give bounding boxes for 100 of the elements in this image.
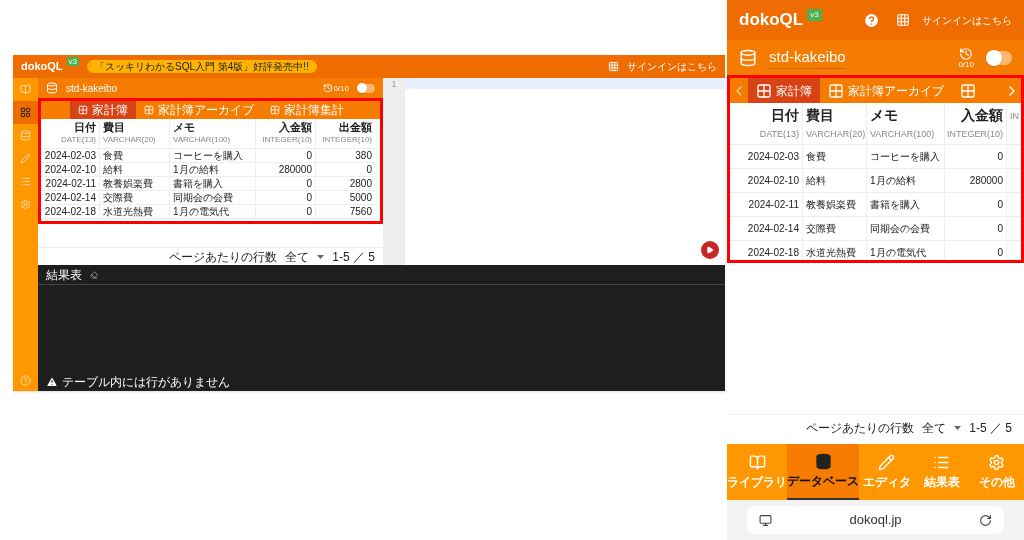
table-icon xyxy=(828,82,844,99)
eraser-icon[interactable] xyxy=(90,270,98,279)
history-icon[interactable] xyxy=(323,83,334,93)
page-icon xyxy=(759,513,772,527)
table-cell: 280000 xyxy=(256,163,315,177)
table-cell: コーヒーを購入 xyxy=(170,149,255,163)
table-cell: 1月の電気代 xyxy=(170,205,255,219)
table-cell: 380 xyxy=(316,149,375,163)
table-cell: 交際費 xyxy=(100,191,169,205)
table-tab[interactable]: 家計簿アーカイブ xyxy=(820,78,952,103)
table-cell: 教養娯楽費 xyxy=(100,177,169,191)
table-cell: 2024-02-14 xyxy=(41,191,99,205)
column-header: 日付 DATE(13) xyxy=(730,103,802,145)
table-cell: 1月の電気代 xyxy=(867,241,944,260)
table-cell: 食費 xyxy=(803,145,866,169)
toggle-switch[interactable] xyxy=(357,83,375,93)
table-cell: 2024-02-18 xyxy=(730,241,802,260)
settings-icon xyxy=(20,199,31,210)
table-tab[interactable]: 家計簿 xyxy=(69,101,136,119)
signin-link[interactable]: サインインはこちら xyxy=(922,12,1012,28)
nav-tab[interactable]: エディタ xyxy=(859,444,914,500)
page-range: 1-5 ／ 5 xyxy=(332,248,375,266)
version-badge: v3 xyxy=(66,57,79,66)
toggle-switch[interactable] xyxy=(986,50,1012,65)
database-icon xyxy=(20,130,31,141)
empty-message: テーブル内には行がありません xyxy=(62,374,230,391)
column-header: メモ VARCHAR(100) xyxy=(867,103,944,145)
nav-tab[interactable]: 結果表 xyxy=(914,444,969,500)
table-icon xyxy=(756,82,772,99)
rows-per-page-label: ページあたりの行数 xyxy=(806,419,915,437)
app-logo: dokoQL xyxy=(739,9,804,32)
column-header: メモ VARCHAR(100) xyxy=(170,119,255,149)
table-cell: 給料 xyxy=(100,163,169,177)
table-cell: 0 xyxy=(945,241,1006,260)
results-title: 結果表 xyxy=(46,266,82,284)
table-cell: 2024-02-10 xyxy=(41,163,99,177)
database-name: std-kakeibo xyxy=(769,45,846,70)
table-cell: 0 xyxy=(256,149,315,163)
table-icon xyxy=(269,105,280,115)
sidebar-item[interactable] xyxy=(13,101,38,124)
table-cell: 5000 xyxy=(316,191,375,205)
book-icon xyxy=(748,454,766,471)
settings-icon xyxy=(988,454,1005,471)
database-icon xyxy=(814,453,832,470)
help-icon[interactable] xyxy=(863,11,880,29)
database-name: std-kakeibo xyxy=(66,81,118,96)
database-icon xyxy=(46,82,58,94)
column-header: 費目 VARCHAR(20) xyxy=(803,103,866,145)
nav-tab[interactable]: ライブラリ xyxy=(727,444,787,500)
table-cell: 0 xyxy=(256,205,315,219)
table-cell: 書籍を購入 xyxy=(170,177,255,191)
history-icon[interactable] xyxy=(959,46,974,61)
rows-per-page-select[interactable]: 全て xyxy=(922,418,962,437)
reload-icon[interactable] xyxy=(979,513,992,527)
table-cell: 2024-02-03 xyxy=(41,149,99,163)
table-icon xyxy=(77,105,88,115)
nav-tab[interactable]: その他 xyxy=(969,444,1024,500)
pencil-icon xyxy=(878,454,895,471)
caret-icon xyxy=(954,425,962,430)
table-tab[interactable]: 家計簿アーカイブ xyxy=(135,101,262,119)
table-icon xyxy=(960,82,976,99)
address-bar[interactable]: dokoql.jp xyxy=(747,506,1004,534)
table-cell: 2024-02-14 xyxy=(730,217,802,241)
apps-icon[interactable] xyxy=(608,61,619,72)
caret-icon xyxy=(317,254,325,259)
table-cell: 0 xyxy=(316,163,375,177)
table-cell: 同期会の会費 xyxy=(170,191,255,205)
warning-icon xyxy=(46,376,58,388)
signin-link[interactable]: サインインはこちら xyxy=(627,59,717,74)
column-header: 出金額 INTEGER(10) xyxy=(316,119,375,149)
table-cell: 食費 xyxy=(100,149,169,163)
apps-icon[interactable] xyxy=(896,13,910,27)
promo-banner[interactable]: 「スッキリわかるSQL入門 第4版」好評発売中!! xyxy=(87,60,317,73)
table-cell: 280000 xyxy=(945,169,1006,193)
line-number: 1 xyxy=(391,78,397,91)
table-cell: 1月の給料 xyxy=(867,169,944,193)
pencil-icon xyxy=(20,153,31,164)
table-tab[interactable]: 家計簿集計 xyxy=(261,101,352,119)
table-cell: 同期会の会費 xyxy=(867,217,944,241)
table-cell: 1月の給料 xyxy=(170,163,255,177)
column-header: 入金額 INTEGER(10) xyxy=(945,103,1006,145)
table-icon xyxy=(143,105,154,115)
rows-per-page-select[interactable]: 全て xyxy=(285,247,325,266)
table-tab[interactable]: 家計簿 xyxy=(748,78,820,103)
table-cell: 水道光熱費 xyxy=(100,205,169,219)
table-cell: 2024-02-11 xyxy=(41,177,99,191)
table-cell: 教養娯楽費 xyxy=(803,193,866,217)
run-button[interactable] xyxy=(701,241,719,259)
nav-tab[interactable]: データベース xyxy=(787,444,859,500)
database-icon xyxy=(739,48,757,67)
table-cell: 0 xyxy=(945,217,1006,241)
page-range: 1-5 ／ 5 xyxy=(969,419,1012,437)
url-text: dokoql.jp xyxy=(848,511,903,530)
table-cell: 水道光熱費 xyxy=(803,241,866,260)
table-cell: 給料 xyxy=(803,169,866,193)
column-header: 入金額 INTEGER(10) xyxy=(256,119,315,149)
table-cell: 7560 xyxy=(316,205,375,219)
play-icon xyxy=(706,246,714,254)
column-header: 費目 VARCHAR(20) xyxy=(100,119,169,149)
table-cell: 2024-02-11 xyxy=(730,193,802,217)
